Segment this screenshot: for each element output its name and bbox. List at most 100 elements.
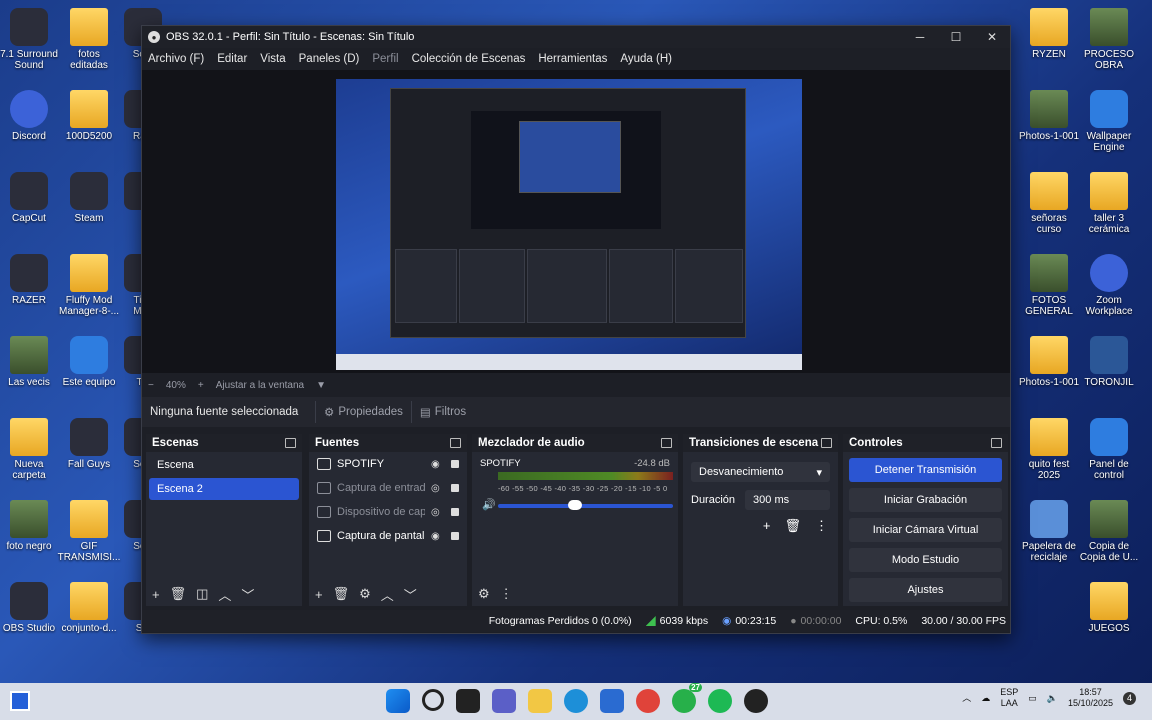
properties-button[interactable]: ⚙ Propiedades	[315, 401, 411, 423]
windows-start-icon[interactable]	[386, 689, 410, 713]
chevron-up-icon[interactable]: ︿	[962, 693, 971, 704]
scene-item-selected[interactable]: Escena 2	[149, 478, 299, 500]
lock-icon[interactable]	[451, 508, 459, 516]
edge-icon[interactable]	[564, 689, 588, 713]
title-bar[interactable]: ● OBS 32.0.1 - Perfil: Sin Título - Esce…	[142, 26, 1010, 48]
mixer-db-readout: -24.8 dB	[634, 458, 670, 469]
eye-icon[interactable]: ◉	[431, 531, 443, 542]
menu-ayuda[interactable]: Ayuda (H)	[620, 53, 672, 65]
minimize-button[interactable]: ─	[902, 30, 938, 44]
add-source-icon[interactable]: +	[315, 587, 323, 602]
lock-icon[interactable]	[451, 484, 459, 492]
menu-herramientas[interactable]: Herramientas	[538, 53, 607, 65]
desktop-icon[interactable]: Panel de control	[1072, 418, 1146, 481]
desktop-icon[interactable]: taller 3 cerámica	[1072, 172, 1146, 235]
source-item[interactable]: Captura de pantalla ◉	[309, 524, 467, 548]
eye-hidden-icon[interactable]: ◎	[431, 483, 443, 494]
desktop-icon[interactable]: Zoom Workplace	[1072, 254, 1146, 317]
source-settings-icon[interactable]: ⚙	[359, 586, 371, 602]
volume-slider-handle[interactable]	[568, 500, 582, 510]
remove-scene-icon[interactable]: 🗑	[170, 586, 187, 602]
source-item[interactable]: Captura de entrada de audio◎	[309, 476, 467, 500]
filters-button[interactable]: ▤ Filtros	[410, 401, 474, 423]
desktop-icon[interactable]: Copia de Copia de U...	[1072, 500, 1146, 563]
chevron-down-icon[interactable]: ▼	[316, 380, 326, 391]
more-options-icon[interactable]: ⋮	[815, 518, 828, 534]
maximize-button[interactable]: ☐	[938, 30, 974, 44]
speaker-icon[interactable]: 🔊	[482, 498, 496, 511]
desktop-icon[interactable]: TORONJIL	[1072, 336, 1146, 388]
popout-icon[interactable]	[991, 438, 1002, 448]
start-virtual-camera-button[interactable]: Iniciar Cámara Virtual	[849, 518, 1002, 542]
desktop-icon-label: Zoom Workplace	[1085, 295, 1133, 317]
volume-slider[interactable]	[498, 504, 673, 508]
source-item[interactable]: Dispositivo de captura◎	[309, 500, 467, 524]
settings-button[interactable]: Ajustes	[849, 578, 1002, 602]
fit-to-window-button[interactable]: Ajustar a la ventana	[216, 380, 304, 391]
desktop-icon-image	[1090, 8, 1128, 46]
whatsapp-icon[interactable]: 27	[672, 683, 702, 713]
search-icon[interactable]	[422, 689, 444, 711]
lock-icon[interactable]	[451, 460, 459, 468]
chat-icon[interactable]	[492, 689, 516, 713]
obs-taskbar-icon[interactable]	[744, 689, 768, 713]
desktop-icon-image	[10, 500, 48, 538]
mixer-settings-icon[interactable]: ⚙	[478, 586, 490, 602]
source-item[interactable]: SPOTIFY ◉	[309, 452, 467, 476]
menu-archivo[interactable]: Archivo (F)	[148, 53, 204, 65]
move-up-icon[interactable]: ︿	[381, 585, 394, 604]
transition-select[interactable]: Desvanecimiento ▾	[691, 462, 830, 482]
menu-vista[interactable]: Vista	[260, 53, 285, 65]
more-options-icon[interactable]: ⋮	[500, 586, 513, 602]
desktop-icon[interactable]: Wallpaper Engine	[1072, 90, 1146, 153]
store-icon[interactable]	[600, 689, 624, 713]
menu-editar[interactable]: Editar	[217, 53, 247, 65]
sources-dock: Fuentes SPOTIFY◉ Captura de entrada de a…	[309, 434, 467, 606]
stop-streaming-button[interactable]: Detener Transmisión	[849, 458, 1002, 482]
desktop-icon-image	[70, 172, 108, 210]
wifi-icon[interactable]: ▭	[1028, 693, 1037, 704]
desktop-icon[interactable]: JUEGOS	[1072, 582, 1146, 634]
eye-icon[interactable]: ◉	[431, 459, 443, 470]
language-indicator[interactable]: ESP LAA	[1000, 687, 1018, 709]
preview-area[interactable]	[142, 70, 1010, 373]
move-up-icon[interactable]: ︿	[218, 585, 231, 604]
move-down-icon[interactable]: ﹀	[404, 585, 417, 604]
file-explorer-icon[interactable]	[528, 689, 552, 713]
start-recording-button[interactable]: Iniciar Grabación	[849, 488, 1002, 512]
menu-paneles[interactable]: Paneles (D)	[299, 53, 360, 65]
menu-perfil[interactable]: Perfil	[372, 53, 398, 65]
scene-item[interactable]: Escena	[149, 454, 299, 476]
add-scene-icon[interactable]: +	[152, 587, 160, 602]
volume-icon[interactable]: 🔈	[1047, 693, 1058, 704]
spotify-icon[interactable]	[708, 689, 732, 713]
remove-source-icon[interactable]: 🗑	[333, 586, 350, 602]
task-view-icon[interactable]	[456, 689, 480, 713]
popout-icon[interactable]	[450, 438, 461, 448]
cloud-icon[interactable]: ☁	[981, 693, 990, 704]
notification-badge[interactable]: 4	[1123, 691, 1136, 705]
add-transition-icon[interactable]: +	[763, 518, 771, 534]
close-button[interactable]: ✕	[974, 30, 1010, 44]
zoom-out-button[interactable]: −	[148, 380, 154, 391]
widgets-icon[interactable]	[10, 691, 30, 711]
zoom-bar: − 40% + Ajustar a la ventana ▼	[142, 376, 332, 394]
desktop-icon-image	[10, 90, 48, 128]
duration-input[interactable]: 300 ms	[745, 490, 830, 510]
remove-transition-icon[interactable]: 🗑	[784, 518, 801, 534]
menu-coleccion-escenas[interactable]: Colección de Escenas	[412, 53, 526, 65]
popout-icon[interactable]	[661, 438, 672, 448]
desktop-icon-image	[70, 8, 108, 46]
desktop-icon[interactable]: PROCESO OBRA	[1072, 8, 1146, 71]
studio-mode-button[interactable]: Modo Estudio	[849, 548, 1002, 572]
clock[interactable]: 18:57 15/10/2025	[1068, 687, 1113, 709]
desktop-icon-image	[1090, 582, 1128, 620]
chrome-icon[interactable]	[636, 689, 660, 713]
zoom-in-button[interactable]: +	[198, 380, 204, 391]
scene-filters-icon[interactable]: ◫	[196, 586, 208, 602]
popout-icon[interactable]	[821, 438, 832, 448]
popout-icon[interactable]	[285, 438, 296, 448]
move-down-icon[interactable]: ﹀	[241, 585, 254, 604]
lock-icon[interactable]	[451, 532, 459, 540]
eye-hidden-icon[interactable]: ◎	[431, 507, 443, 518]
